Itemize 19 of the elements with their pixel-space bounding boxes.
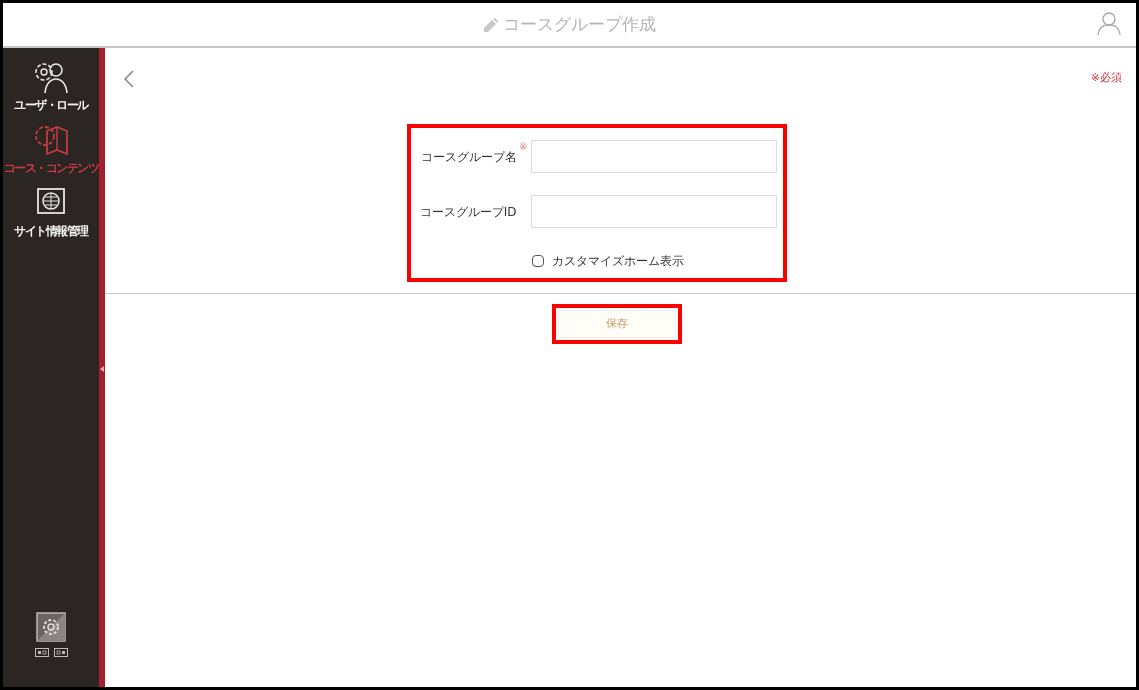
field-label: コースグループ名 (420, 149, 517, 164)
checkbox[interactable] (531, 255, 544, 267)
sidebar-item[interactable]: ユーザ・ロール (3, 60, 99, 113)
required-mark: ※ (519, 139, 528, 154)
checkbox-label: カスタマイズホーム表示 (551, 253, 684, 270)
panel-toggle-icon[interactable] (53, 648, 68, 657)
collapse-handle-icon[interactable] (100, 366, 104, 372)
user-gear-icon (33, 60, 69, 94)
book-gear-icon (33, 123, 69, 157)
settings-icon[interactable] (36, 612, 66, 642)
panel-toggle-icon[interactable] (34, 648, 49, 657)
required-note: ※必須 (1090, 70, 1122, 86)
input-field[interactable] (530, 140, 777, 173)
input-field[interactable] (530, 195, 777, 228)
page-title: コースグループ作成 (503, 12, 656, 36)
user-icon[interactable] (1096, 10, 1122, 36)
sidebar-item[interactable]: サイト情報管理 (3, 186, 99, 239)
pencil-icon (483, 17, 499, 32)
field-label: コースグループID (419, 204, 517, 219)
